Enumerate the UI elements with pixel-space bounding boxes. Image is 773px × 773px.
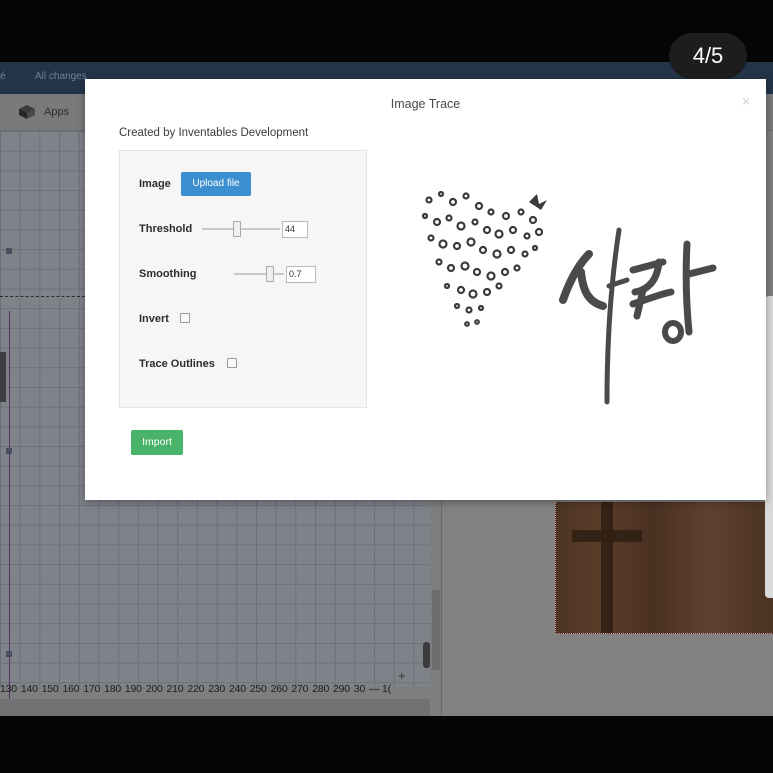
ruler-tick-label: 30: [353, 683, 366, 695]
ruler-tick-label: 280: [312, 683, 330, 695]
threshold-input[interactable]: 44: [282, 221, 308, 238]
wood-preview: [555, 502, 773, 634]
ruler-tick-label: 250: [249, 683, 267, 695]
ruler-tick-label: 290: [333, 683, 350, 695]
apps-button[interactable]: Apps: [18, 102, 69, 122]
nav-left-glyph: é: [0, 71, 6, 82]
trace-outlines-label: Trace Outlines: [139, 358, 215, 370]
smoothing-label: Smoothing: [139, 268, 197, 280]
butterfly-icon: [529, 194, 547, 210]
dialog-title: Image Trace: [390, 97, 461, 111]
invert-checkbox[interactable]: [180, 313, 190, 323]
ruler-footer: [0, 699, 430, 716]
right-edge-tab[interactable]: [765, 296, 773, 598]
author-credit: Created by Inventables Development: [119, 127, 309, 139]
cube-icon: [19, 105, 35, 119]
image-label: Image: [139, 178, 171, 190]
korean-lettering: [559, 227, 717, 405]
ruler-tick-label: 200: [145, 683, 163, 695]
canvas-corner-marker: [6, 248, 12, 254]
threshold-label: Threshold: [139, 223, 193, 235]
import-button[interactable]: Import: [131, 430, 183, 455]
smoothing-slider-thumb[interactable]: [266, 266, 274, 282]
canvas-guide-dash: [0, 296, 85, 297]
ruler-tick-label: 210: [166, 683, 184, 695]
cross-icon: [601, 502, 613, 633]
image-trace-dialog: Image Trace × Created by Inventables Dev…: [85, 79, 766, 500]
trace-outlines-checkbox[interactable]: [227, 358, 237, 368]
ruler-tick-label: — 1(: [368, 683, 391, 695]
top-letterbox: [0, 0, 773, 62]
ruler-tick-label: 180: [104, 683, 121, 695]
cross-icon-bar: [572, 530, 642, 542]
ruler-tick-label: 230: [208, 683, 226, 695]
x-ruler: 130 140 150 160 170 180 190 200 210 220 230 240 250 2…: [0, 679, 430, 699]
upload-file-button[interactable]: Upload file: [181, 172, 251, 196]
canvas-corner-marker: [6, 651, 12, 657]
ruler-tick-label: 220: [187, 683, 205, 695]
ruler-tick-label: 140: [20, 683, 38, 695]
smoothing-slider[interactable]: [234, 273, 284, 275]
scroll-handle[interactable]: [423, 642, 430, 668]
story-counter: 4/5: [669, 33, 747, 79]
apps-label: Apps: [44, 106, 70, 118]
invert-label: Invert: [139, 313, 169, 325]
canvas-corner-marker: [6, 448, 12, 454]
threshold-slider-thumb[interactable]: [233, 221, 242, 237]
ruler-tick-label: 270: [291, 683, 309, 695]
ruler-tick-label: 160: [62, 683, 80, 695]
save-status: All changes: [35, 71, 87, 82]
ruler-tick-label: 130: [0, 683, 17, 695]
ruler-tick-label: 170: [83, 683, 101, 695]
ruler-tick-label: 260: [270, 683, 288, 695]
smoothing-input[interactable]: 0.7: [286, 266, 316, 283]
ruler-tick-label: 240: [228, 683, 246, 695]
ruler-tick-label: 190: [124, 683, 142, 695]
trace-preview-image: [421, 190, 717, 405]
close-icon[interactable]: ×: [742, 93, 750, 109]
settings-panel: Image Upload file Threshold 44 Smoothing…: [119, 150, 367, 408]
heart-dots-icon: [421, 190, 544, 327]
bottom-letterbox: [0, 716, 773, 773]
ruler-tick-label: 150: [41, 683, 59, 695]
left-panel-tab[interactable]: [0, 352, 6, 402]
canvas-scrollbar[interactable]: [432, 590, 440, 670]
